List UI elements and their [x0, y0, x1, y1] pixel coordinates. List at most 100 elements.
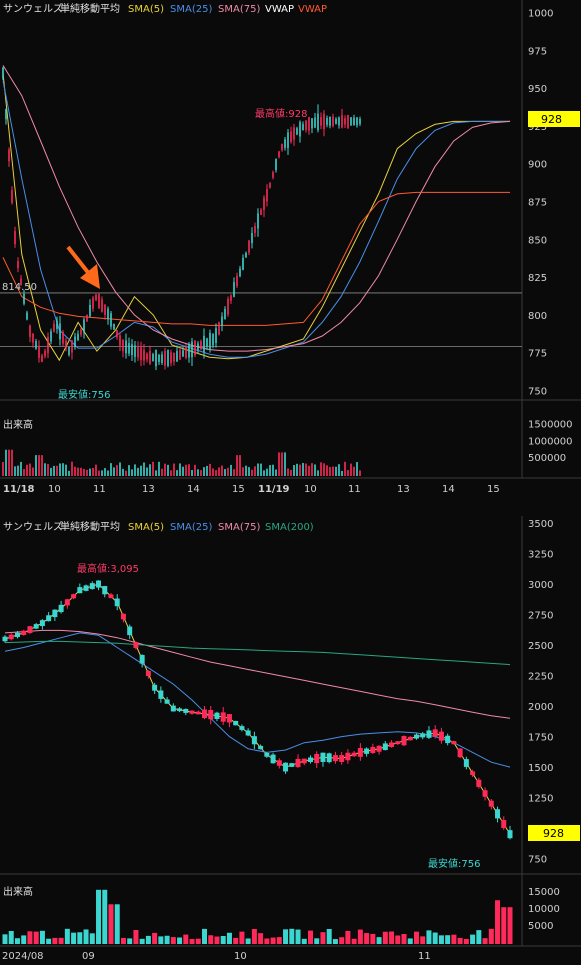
- volume-bar: [212, 468, 214, 476]
- candle-body: [353, 117, 355, 126]
- candle-body: [289, 763, 295, 767]
- volume-bar: [53, 465, 55, 476]
- series-line: [2, 80, 510, 358]
- price-tick-label: 950: [528, 84, 547, 95]
- volume-bar: [108, 904, 114, 944]
- candle-body: [495, 809, 501, 819]
- candle-body: [389, 742, 395, 747]
- candle-body: [191, 341, 193, 358]
- candle-body: [451, 741, 457, 745]
- volume-bar: [83, 468, 85, 476]
- price-tick-label: 775: [528, 349, 547, 360]
- volume-bar: [272, 464, 274, 476]
- candle-body: [114, 598, 120, 607]
- candle-body: [245, 730, 251, 736]
- candle-body: [170, 705, 176, 712]
- top-price-tag-text: 928: [541, 113, 562, 126]
- volume-bar: [140, 465, 142, 476]
- volume-bar: [131, 469, 133, 476]
- volume-bar: [239, 931, 245, 944]
- volume-bar: [208, 935, 214, 944]
- volume-bar: [89, 468, 91, 476]
- volume-bar: [413, 931, 419, 944]
- candle-body: [233, 720, 239, 726]
- candle-body: [301, 758, 307, 764]
- price-tick-label: 800: [528, 311, 547, 322]
- candle-body: [224, 308, 226, 320]
- candle-body: [176, 351, 178, 362]
- candle-body: [218, 322, 220, 335]
- volume-bar: [281, 452, 283, 476]
- candle-body: [158, 690, 164, 699]
- candle-body: [507, 830, 513, 839]
- candle-body: [83, 585, 89, 591]
- volume-bar: [248, 467, 250, 476]
- candle-body: [197, 343, 199, 350]
- volume-bar: [214, 936, 220, 944]
- top-volume-title: 出来高: [3, 418, 33, 431]
- volume-bar: [320, 932, 326, 944]
- volume-bar: [209, 463, 211, 476]
- candle-body: [364, 748, 370, 754]
- volume-bar: [2, 462, 4, 476]
- volume-bar: [426, 930, 432, 944]
- volume-bar: [104, 468, 106, 476]
- volume-bar: [350, 463, 352, 476]
- top-legend-vwap2: VWAP: [298, 4, 327, 15]
- candle-body: [357, 748, 363, 757]
- candle-body: [74, 336, 76, 347]
- candle-body: [11, 190, 13, 203]
- candle-body: [347, 114, 349, 128]
- candle-body: [202, 709, 208, 719]
- candle-body: [33, 624, 39, 629]
- candle-body: [102, 586, 108, 595]
- candle-body: [39, 620, 45, 627]
- candle-body: [338, 117, 340, 126]
- volume-bar: [8, 930, 14, 944]
- candle-body: [5, 109, 7, 120]
- volume-bar: [116, 465, 118, 476]
- candle-body: [96, 580, 102, 588]
- candle-body: [177, 708, 183, 712]
- candle-body: [314, 753, 320, 764]
- volume-bar: [89, 933, 95, 944]
- top-volume-bars: [2, 449, 361, 476]
- volume-bar: [179, 463, 181, 476]
- volume-bar: [155, 470, 157, 476]
- volume-bar: [20, 461, 22, 476]
- volume-bar: [254, 466, 256, 476]
- price-tick-label: 3250: [528, 550, 553, 561]
- candle-body: [382, 743, 388, 751]
- candle-body: [254, 226, 256, 233]
- candle-body: [52, 609, 58, 618]
- volume-bar: [182, 466, 184, 476]
- volume-bar: [128, 465, 130, 476]
- candle-body: [2, 636, 8, 642]
- candle-body: [59, 323, 61, 340]
- volume-tick-label: 5000: [528, 921, 553, 932]
- candle-body: [47, 336, 49, 354]
- bottom-low-label: 最安値:756: [428, 857, 480, 870]
- volume-bar: [224, 469, 226, 476]
- volume-bar: [269, 465, 271, 476]
- candle-body: [266, 189, 268, 202]
- volume-bar: [23, 469, 25, 476]
- volume-bar: [202, 928, 208, 944]
- candle-body: [50, 331, 52, 342]
- top-legend-name: サンウェルズ: [3, 2, 63, 15]
- candle-body: [482, 790, 488, 797]
- candle-body: [413, 734, 419, 739]
- candle-body: [188, 343, 190, 358]
- volume-bar: [152, 461, 154, 476]
- volume-bar: [364, 933, 370, 944]
- volume-bar: [236, 455, 238, 476]
- candle-body: [8, 149, 10, 162]
- volume-bar: [233, 937, 239, 944]
- candle-body: [203, 335, 205, 352]
- volume-bar: [507, 907, 513, 944]
- volume-bar: [134, 464, 136, 476]
- candle-body: [320, 752, 326, 762]
- volume-bar: [445, 935, 451, 944]
- bottom-candles: [2, 580, 513, 840]
- candle-body: [239, 726, 245, 730]
